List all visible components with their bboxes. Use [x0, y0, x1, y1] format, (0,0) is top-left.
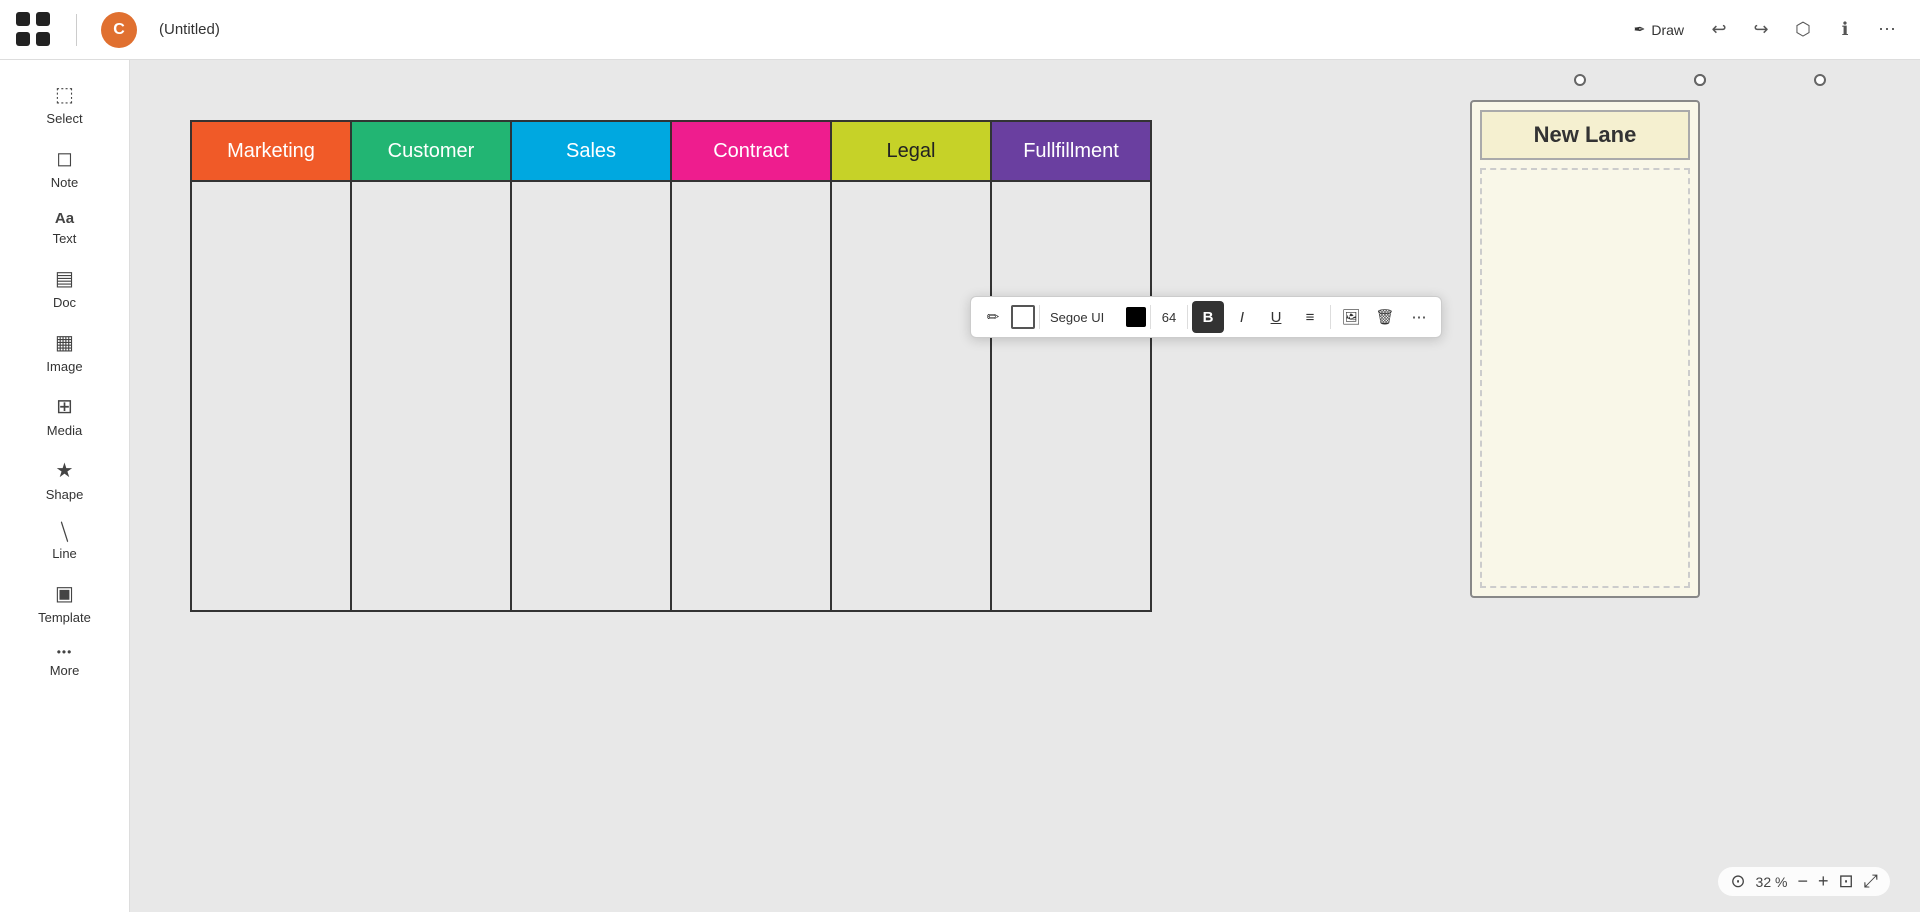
font-color-box[interactable]	[1126, 307, 1146, 327]
resize-handle-left[interactable]	[1574, 74, 1586, 86]
resize-handle-bottom[interactable]	[1694, 74, 1706, 86]
swimlane-body	[191, 181, 1151, 611]
insert-image-button[interactable]: 🖼	[1335, 301, 1367, 333]
col-body-fulfillment[interactable]	[991, 181, 1151, 611]
swimlane-table: Marketing Customer Sales Contract Legal …	[190, 120, 1152, 612]
swimlane-container: Marketing Customer Sales Contract Legal …	[190, 120, 1152, 612]
sidebar-item-note[interactable]: ◻ Note	[0, 136, 129, 200]
sidebar-item-label: Media	[47, 423, 82, 438]
more-icon: •••	[57, 645, 73, 659]
logo-separator	[76, 14, 77, 46]
col-header-customer[interactable]: Customer	[351, 121, 511, 181]
swimlane-header: Marketing Customer Sales Contract Legal …	[191, 121, 1151, 181]
sidebar-item-line[interactable]: ╱ Line	[0, 512, 129, 571]
line-icon: ╱	[54, 522, 75, 543]
sidebar-item-label: Doc	[53, 295, 76, 310]
col-header-sales[interactable]: Sales	[511, 121, 671, 181]
bold-icon: B	[1203, 309, 1214, 326]
draw-button[interactable]: ✒ Draw	[1624, 17, 1694, 42]
fit-icon[interactable]: ⊡	[1839, 871, 1854, 892]
sidebar-item-label: Shape	[46, 487, 84, 502]
zoom-bar: ⊙ 32 % − + ⊡ ⤢	[1718, 867, 1890, 896]
share-button[interactable]: ⬡	[1786, 13, 1820, 47]
col-body-customer[interactable]	[351, 181, 511, 611]
topbar: C (Untitled) ✒ Draw ↩ ↪ ⬡ ℹ ⋯	[0, 0, 1920, 60]
logo-area: C (Untitled)	[16, 12, 220, 48]
sidebar-item-label: More	[50, 663, 80, 678]
sidebar-item-shape[interactable]: ★ Shape	[0, 448, 129, 512]
toolbar-separator-1	[1039, 305, 1040, 329]
sidebar-item-label: Template	[38, 610, 91, 625]
sidebar-item-template[interactable]: ▣ Template	[0, 571, 129, 635]
sidebar-item-doc[interactable]: ▤ Doc	[0, 256, 129, 320]
doc-icon: ▤	[55, 266, 74, 291]
sidebar-item-media[interactable]: ⊞ Media	[0, 384, 129, 448]
text-icon: Aa	[55, 210, 74, 227]
underline-button[interactable]: U	[1260, 301, 1292, 333]
col-header-fulfillment[interactable]: Fullfillment	[991, 121, 1151, 181]
sidebar-item-image[interactable]: ▦ Image	[0, 320, 129, 384]
align-button[interactable]: ≡	[1294, 301, 1326, 333]
col-header-contract[interactable]: Contract	[671, 121, 831, 181]
draw-label: Draw	[1651, 22, 1684, 38]
template-icon: ▣	[55, 581, 74, 606]
sidebar-item-label: Text	[53, 231, 77, 246]
new-lane-panel[interactable]: New Lane	[1470, 100, 1700, 598]
shape-icon: ★	[56, 458, 74, 483]
toolbar-more-button[interactable]: ⋯	[1403, 301, 1435, 333]
zoom-in-icon[interactable]: +	[1818, 871, 1829, 892]
new-lane-title[interactable]: New Lane	[1480, 110, 1690, 160]
toolbar-separator-3	[1187, 305, 1188, 329]
toolbar-separator-4	[1330, 305, 1331, 329]
sidebar-item-label: Image	[46, 359, 82, 374]
image-icon: ▦	[55, 330, 74, 355]
col-body-sales[interactable]	[511, 181, 671, 611]
media-icon: ⊞	[56, 394, 73, 419]
toolbar-separator-2	[1150, 305, 1151, 329]
col-header-marketing[interactable]: Marketing	[191, 121, 351, 181]
sidebar-item-label: Select	[46, 111, 82, 126]
draw-icon: ✒	[1634, 21, 1646, 38]
note-icon: ◻	[56, 146, 73, 171]
delete-button[interactable]: 🗑	[1369, 301, 1401, 333]
italic-button[interactable]: I	[1226, 301, 1258, 333]
sidebar-item-more[interactable]: ••• More	[0, 635, 129, 688]
sidebar-item-label: Line	[52, 546, 77, 561]
redo-button[interactable]: ↪	[1744, 13, 1778, 47]
col-body-legal[interactable]	[831, 181, 991, 611]
topbar-more-button[interactable]: ⋯	[1870, 13, 1904, 47]
italic-icon: I	[1240, 309, 1244, 326]
canvas[interactable]: Marketing Customer Sales Contract Legal …	[130, 60, 1920, 912]
select-icon: ⬚	[55, 82, 74, 107]
col-header-legal[interactable]: Legal	[831, 121, 991, 181]
font-name-label[interactable]: Segoe UI	[1044, 310, 1124, 325]
bold-button[interactable]: B	[1192, 301, 1224, 333]
zoom-out-icon[interactable]: −	[1797, 871, 1808, 892]
resize-handle-right[interactable]	[1814, 74, 1826, 86]
format-toolbar: ✏ Segoe UI 64 B I U ≡ 🖼 🗑 ⋯	[970, 296, 1442, 338]
pencil-icon: ✏	[987, 308, 1000, 326]
new-lane-body[interactable]	[1480, 168, 1690, 588]
sidebar-item-label: Note	[51, 175, 78, 190]
sidebar: ⬚ Select ◻ Note Aa Text ▤ Doc ▦ Image ⊞ …	[0, 60, 130, 912]
col-body-marketing[interactable]	[191, 181, 351, 611]
avatar[interactable]: C	[101, 12, 137, 48]
font-size-label[interactable]: 64	[1155, 310, 1183, 325]
col-body-contract[interactable]	[671, 181, 831, 611]
zoom-circle-icon: ⊙	[1730, 871, 1745, 892]
fullscreen-icon[interactable]: ⤢	[1864, 871, 1878, 892]
doc-title[interactable]: (Untitled)	[159, 21, 220, 38]
app-logo	[16, 12, 52, 48]
undo-button[interactable]: ↩	[1702, 13, 1736, 47]
outline-box[interactable]	[1011, 305, 1035, 329]
pencil-button[interactable]: ✏	[977, 301, 1009, 333]
sidebar-item-text[interactable]: Aa Text	[0, 200, 129, 256]
info-button[interactable]: ℹ	[1828, 13, 1862, 47]
topbar-actions: ✒ Draw ↩ ↪ ⬡ ℹ ⋯	[1624, 13, 1904, 47]
sidebar-item-select[interactable]: ⬚ Select	[0, 72, 129, 136]
zoom-percent: 32 %	[1756, 874, 1788, 890]
